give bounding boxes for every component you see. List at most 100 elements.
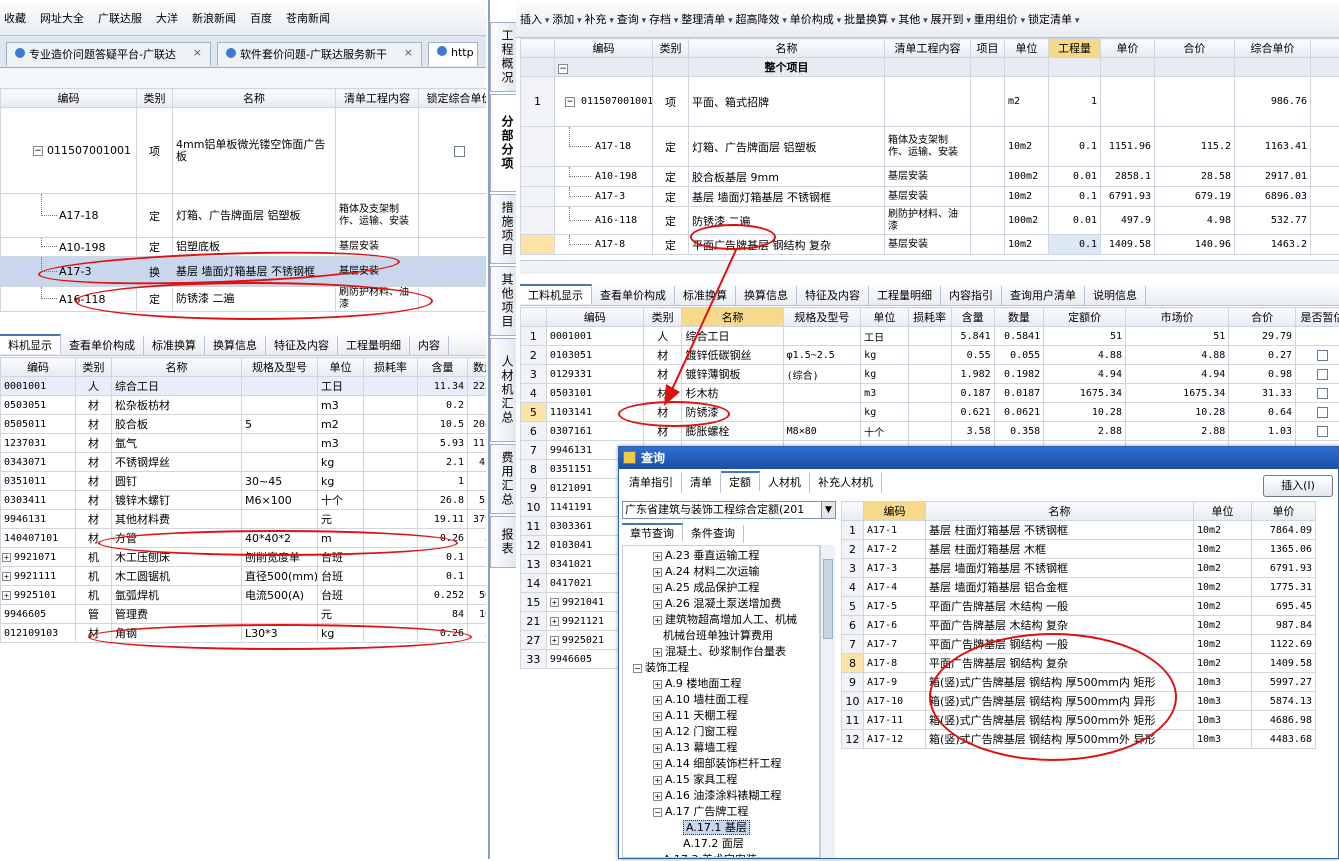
- table-row[interactable]: 0303411材镀锌木螺钉M6×100十个26.8531: [1, 491, 487, 510]
- expand-icon[interactable]: +: [653, 600, 662, 609]
- table-row[interactable]: 30129331材镀锌薄钢板(综合)kg1.9820.19824.944.940…: [521, 365, 1339, 384]
- side-tab[interactable]: 人材机汇总: [490, 338, 516, 442]
- table-row[interactable]: 2A17-2基层 柱面灯箱基层 木框10m21365.06: [842, 540, 1316, 559]
- chevron-down-icon[interactable]: ▾: [639, 16, 649, 26]
- tree-node[interactable]: 机械台班单独计算费用: [623, 628, 819, 644]
- tab[interactable]: 查询用户清单: [1002, 286, 1085, 306]
- estimate-checkbox[interactable]: [1317, 407, 1328, 418]
- tree-node[interactable]: +A.14 细部装饰栏杆工程: [623, 756, 819, 772]
- tree-node[interactable]: +A.24 材料二次运输: [623, 564, 819, 580]
- tree-node[interactable]: −A.17 广告牌工程: [623, 804, 819, 820]
- favorite-link[interactable]: 广联达服: [98, 12, 142, 25]
- dialog-tab[interactable]: 定额: [721, 471, 760, 491]
- table-row[interactable]: 10A17-10箱(竖)式广告牌基层 钢结构 厚500mm内 异形10m3587…: [842, 692, 1316, 711]
- side-tab[interactable]: 工程概况: [490, 22, 516, 92]
- toolbar-menu-button[interactable]: 插入: [520, 13, 542, 26]
- tree-node[interactable]: +A.11 天棚工程: [623, 708, 819, 724]
- toolbar-menu-button[interactable]: 展开到: [931, 13, 964, 26]
- side-tab[interactable]: 其他项目: [490, 266, 516, 336]
- expand-icon[interactable]: +: [653, 552, 662, 561]
- browser-tab[interactable]: http: [428, 42, 478, 66]
- table-row[interactable]: 0001001人综合工日工日11.34225.: [1, 377, 487, 396]
- dialog-tab[interactable]: 清单指引: [621, 473, 682, 493]
- tree-node[interactable]: +A.12 门窗工程: [623, 724, 819, 740]
- chevron-down-icon[interactable]: ▾: [542, 16, 552, 26]
- estimate-checkbox[interactable]: [1317, 350, 1328, 361]
- table-row[interactable]: 1A17-1基层 柱面灯箱基层 不锈钢框10m27864.09: [842, 521, 1316, 540]
- table-row[interactable]: 20103051材镀锌低碳钢丝φ1.5~2.5kg0.550.0554.884.…: [521, 346, 1339, 365]
- group-row[interactable]: −整个项目: [521, 58, 1339, 77]
- table-row[interactable]: A10-198定铝塑底板基层安装: [1, 238, 487, 257]
- expand-icon[interactable]: +: [653, 760, 662, 769]
- table-row[interactable]: 140407101材方管40*40*2m0.265.: [1, 529, 487, 548]
- chevron-down-icon[interactable]: ▾: [725, 16, 735, 26]
- table-row[interactable]: 1237031材氩气m35.93117.: [1, 434, 487, 453]
- table-row[interactable]: −011507001001项4mm铝单板微光镂空饰面广告板: [1, 108, 487, 194]
- table-row[interactable]: +9921111机木工圆锯机直径500(mm)台班0.11.: [1, 567, 487, 586]
- table-row[interactable]: 0351011材圆钉30~45kg119: [1, 472, 487, 491]
- table-row[interactable]: 9946131材其他材料费元19.11379.: [1, 510, 487, 529]
- table-row[interactable]: 6A17-6平面广告牌基层 木结构 复杂10m2987.84: [842, 616, 1316, 635]
- expand-icon[interactable]: +: [2, 572, 11, 581]
- collapse-icon[interactable]: −: [558, 64, 568, 74]
- table-row[interactable]: +9921071机木工压刨床刨削宽度单台班0.11.: [1, 548, 487, 567]
- favorite-link[interactable]: 收藏: [4, 12, 26, 25]
- tab[interactable]: 说明信息: [1085, 286, 1146, 306]
- chevron-down-icon[interactable]: ▼: [821, 502, 835, 518]
- expand-icon[interactable]: +: [550, 598, 559, 607]
- toolbar-menu-button[interactable]: 存档: [649, 13, 671, 26]
- chevron-down-icon[interactable]: ▾: [574, 16, 584, 26]
- toolbar-menu-button[interactable]: 锁定清单: [1028, 13, 1072, 26]
- tree-node[interactable]: +A.10 墙柱面工程: [623, 692, 819, 708]
- chevron-down-icon[interactable]: ▾: [1072, 16, 1079, 26]
- side-tab[interactable]: 措施项目: [490, 194, 516, 264]
- tree-node[interactable]: +A.26 混凝土泵送增加费: [623, 596, 819, 612]
- table-row[interactable]: 4A17-4基层 墙面灯箱基层 铝合金框10m21775.31: [842, 578, 1316, 597]
- chevron-down-icon[interactable]: ▾: [834, 16, 844, 26]
- tree-node[interactable]: +A.25 成品保护工程: [623, 580, 819, 596]
- table-row[interactable]: A17-3定基层 墙面灯箱基层 不锈钢框基层安装10m20.16791.9367…: [521, 187, 1339, 207]
- toolbar-menu-button[interactable]: 其他: [898, 13, 920, 26]
- expand-icon[interactable]: +: [653, 728, 662, 737]
- tree-node[interactable]: +混凝土、砂浆制作台量表: [623, 644, 819, 660]
- table-row[interactable]: 5A17-5平面广告牌基层 木结构 一般10m2695.45: [842, 597, 1316, 616]
- estimate-checkbox[interactable]: [1317, 426, 1328, 437]
- close-icon[interactable]: ×: [193, 46, 202, 59]
- quota-library-select[interactable]: 广东省建筑与装饰工程综合定额(201 ▼: [622, 501, 836, 519]
- table-row[interactable]: 60307161材膨胀螺栓M8×80十个3.580.3582.882.881.0…: [521, 422, 1339, 441]
- browser-tab[interactable]: 专业造价问题答疑平台-广联达 ×: [6, 42, 211, 66]
- tab[interactable]: 内容指引: [941, 286, 1002, 306]
- tab[interactable]: 换算信息: [205, 336, 266, 356]
- table-row[interactable]: 1−011507001001项平面、箱式招牌m21986.76: [521, 77, 1339, 127]
- expand-icon[interactable]: +: [653, 568, 662, 577]
- table-row[interactable]: 9946605管管理费元84166: [1, 605, 487, 624]
- tab[interactable]: 料机显示: [0, 334, 61, 354]
- table-row[interactable]: A17-8定平面广告牌基层 钢结构 复杂基层安装10m20.11409.5814…: [521, 235, 1339, 255]
- toolbar-menu-button[interactable]: 整理清单: [681, 13, 725, 26]
- table-row[interactable]: 40503101材杉木枋m30.1870.01871675.341675.343…: [521, 384, 1339, 403]
- table-row[interactable]: 12A17-12箱(竖)式广告牌基层 钢结构 厚500mm外 异形10m3448…: [842, 730, 1316, 749]
- favorite-link[interactable]: 网址大全: [40, 12, 84, 25]
- expand-icon[interactable]: +: [550, 636, 559, 645]
- expand-icon[interactable]: +: [653, 712, 662, 721]
- table-row[interactable]: A17-18定灯箱、广告牌面层 铝塑板箱体及支架制作、运输、安装: [1, 194, 487, 238]
- expand-icon[interactable]: +: [653, 616, 662, 625]
- expand-icon[interactable]: +: [2, 553, 11, 562]
- tree-node[interactable]: −装饰工程: [623, 660, 819, 676]
- table-row[interactable]: 012109103材角钢L30*3kg0.265.: [1, 624, 487, 643]
- collapse-icon[interactable]: −: [565, 97, 575, 107]
- toolbar-menu-button[interactable]: 批量换算: [844, 13, 888, 26]
- collapse-icon[interactable]: −: [33, 146, 43, 156]
- dialog-subtab[interactable]: 章节查询: [622, 523, 683, 541]
- tab[interactable]: 工程量明细: [869, 286, 941, 306]
- dialog-tab[interactable]: 补充人材机: [810, 473, 882, 493]
- tab[interactable]: 特征及内容: [266, 336, 338, 356]
- table-row[interactable]: 51103141材防锈漆kg0.6210.062110.2810.280.64: [521, 403, 1339, 422]
- table-row[interactable]: 11A17-11箱(竖)式广告牌基层 钢结构 厚500mm外 矩形10m3468…: [842, 711, 1316, 730]
- table-row[interactable]: A16-118定防锈漆 二遍刷防护材料、油漆100m20.01497.94.98…: [521, 207, 1339, 235]
- browser-tab[interactable]: 软件套价问题-广联达服务新干 ×: [217, 42, 422, 66]
- table-row[interactable]: 7A17-7平面广告牌基层 钢结构 一般10m21122.69: [842, 635, 1316, 654]
- favorite-link[interactable]: 大洋: [156, 12, 178, 25]
- tree-node[interactable]: A.17.1 基层: [623, 820, 819, 836]
- table-row[interactable]: 0505011材胶合板5m210.5208.: [1, 415, 487, 434]
